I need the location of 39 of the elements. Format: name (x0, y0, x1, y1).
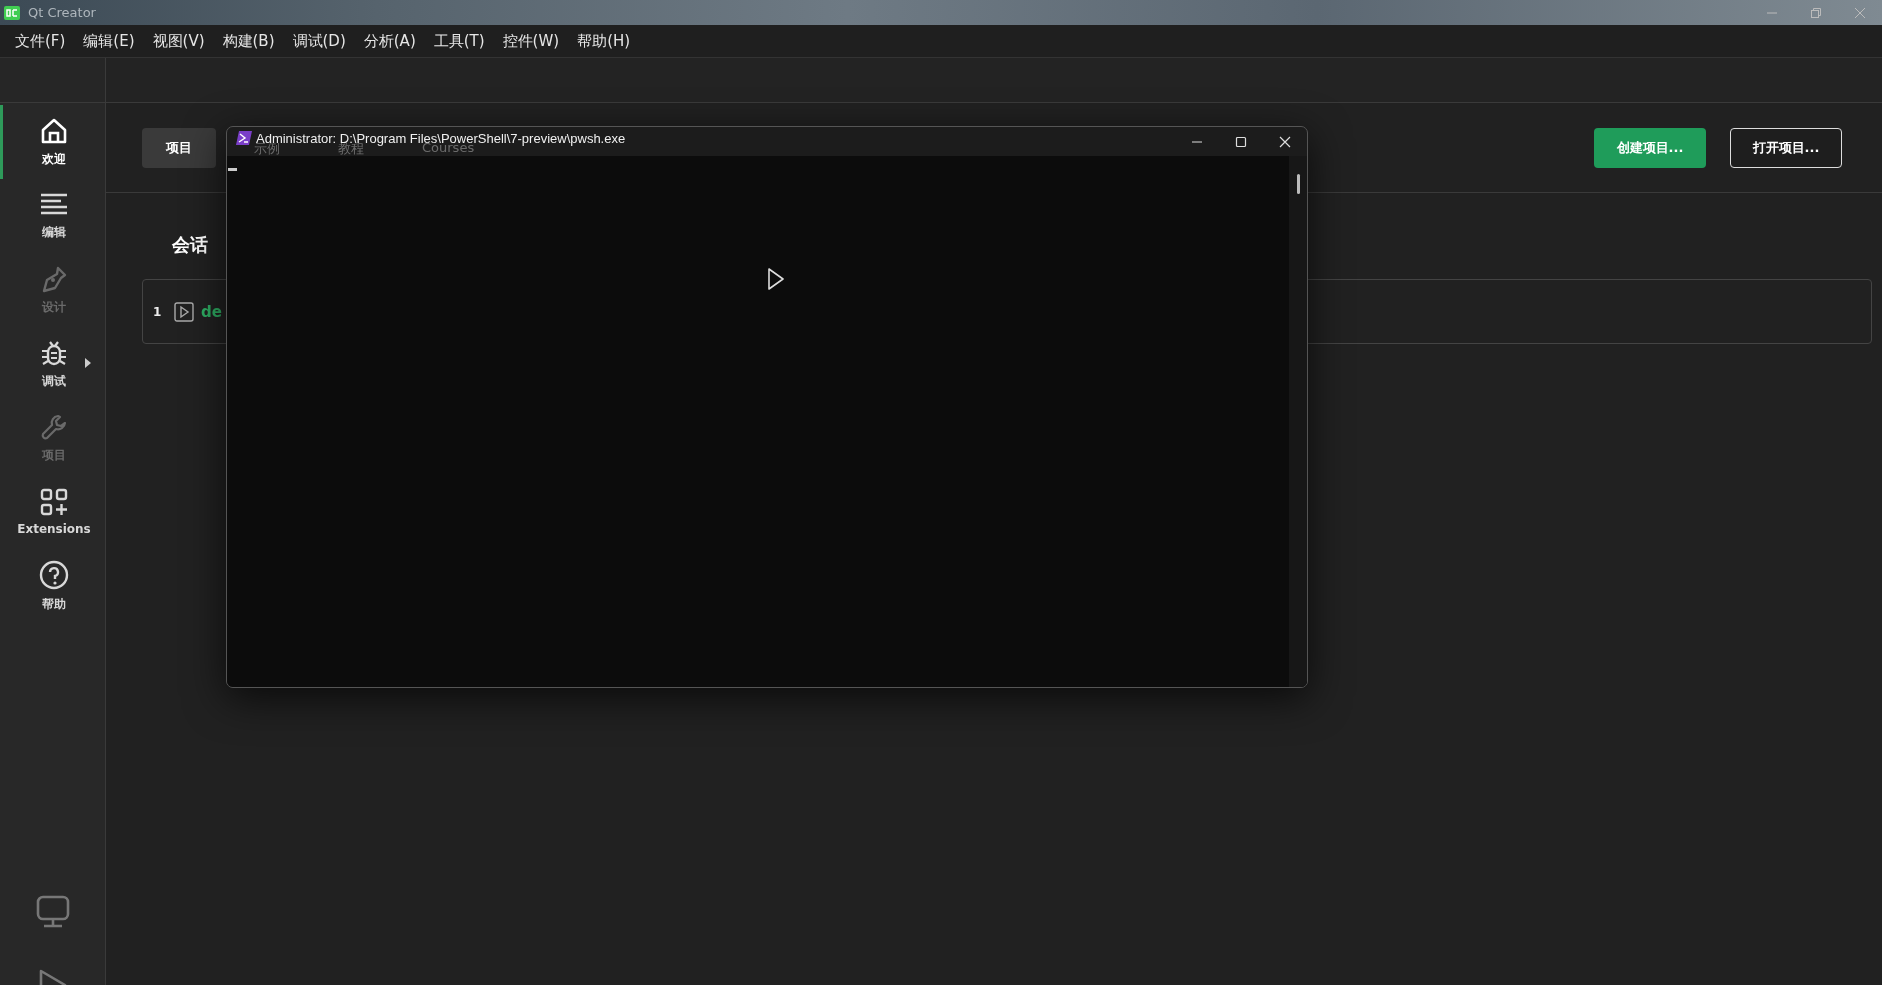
action-button[interactable]: 打开项目... (1730, 128, 1842, 168)
home-icon (40, 116, 68, 145)
wrench-icon (40, 412, 68, 441)
menu-item[interactable]: 工具(T) (424, 27, 494, 55)
monitor-icon[interactable] (34, 895, 71, 929)
caret-icon (85, 358, 91, 368)
powershell-icon (236, 131, 252, 145)
menu-item[interactable]: 视图(V) (143, 27, 214, 55)
text-cursor (228, 168, 237, 171)
mode-button[interactable]: 欢迎 (0, 105, 105, 179)
session-name: de (201, 302, 222, 321)
menu-item[interactable]: 控件(W) (493, 27, 569, 55)
scrollbar[interactable] (1289, 156, 1307, 687)
close-icon (1279, 136, 1291, 148)
maximize-icon (1235, 136, 1247, 148)
app-logo-icon (4, 5, 20, 20)
section-title: 会话 (172, 233, 209, 257)
action-button[interactable]: 创建项目... (1594, 128, 1706, 168)
extensions-icon (40, 488, 68, 516)
scroll-thumb[interactable] (1296, 174, 1300, 194)
pointer-icon (767, 268, 785, 290)
help-icon (39, 559, 69, 590)
mode-button[interactable]: 帮助 (0, 549, 105, 623)
menu-item[interactable]: 调试(D) (283, 27, 355, 55)
session-number: 1 (153, 304, 163, 319)
mode-button[interactable]: 调试 (0, 327, 105, 401)
menu-item[interactable]: 编辑(E) (74, 27, 144, 55)
window-title: Qt Creator (28, 5, 96, 20)
menu-item[interactable]: 文件(F) (6, 27, 75, 55)
menu-item[interactable]: 帮助(H) (568, 27, 640, 55)
menu-item[interactable]: 构建(B) (213, 27, 284, 55)
mode-button[interactable]: Extensions (0, 475, 105, 549)
tab[interactable]: 项目 (142, 128, 216, 168)
pen-icon (40, 264, 68, 293)
close-icon (1855, 7, 1865, 18)
mode-button[interactable]: 编辑 (0, 179, 105, 253)
menu-item[interactable]: 分析(A) (354, 27, 425, 55)
play-icon (174, 301, 194, 322)
restore-icon (1811, 7, 1821, 18)
